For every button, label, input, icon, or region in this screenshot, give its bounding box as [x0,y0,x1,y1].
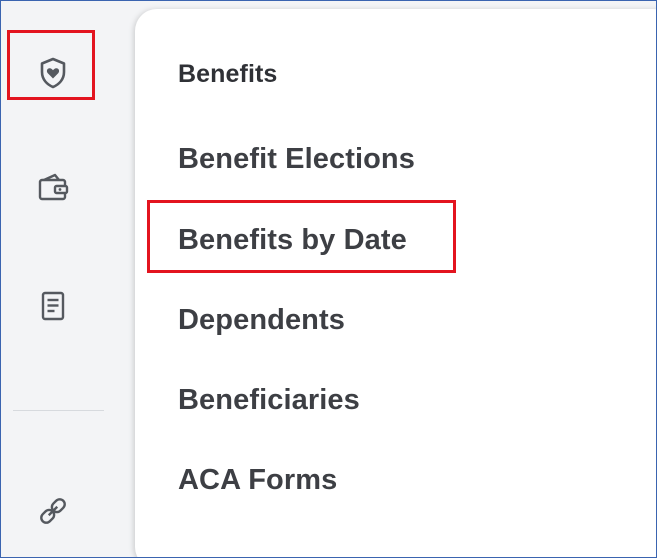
rail-item-links[interactable] [25,483,81,539]
rail-item-pay[interactable] [25,159,81,215]
menu-item-benefits-by-date[interactable]: Benefits by Date [178,223,407,257]
menu-item-beneficiaries[interactable]: Beneficiaries [178,383,360,417]
wallet-icon [35,169,71,205]
menu-item-dependents[interactable]: Dependents [178,303,345,337]
document-icon [35,288,71,324]
rail-divider [13,410,104,411]
shield-heart-icon [35,55,71,91]
nav-rail [1,1,131,557]
rail-item-documents[interactable] [25,278,81,334]
app-frame: Benefits Benefit Elections Benefits by D… [0,0,657,558]
menu-item-benefit-elections[interactable]: Benefit Elections [178,142,415,176]
menu-item-aca-forms[interactable]: ACA Forms [178,463,337,497]
menu-header-benefits: Benefits [178,60,278,88]
link-icon [35,493,71,529]
rail-item-benefits[interactable] [25,45,81,101]
